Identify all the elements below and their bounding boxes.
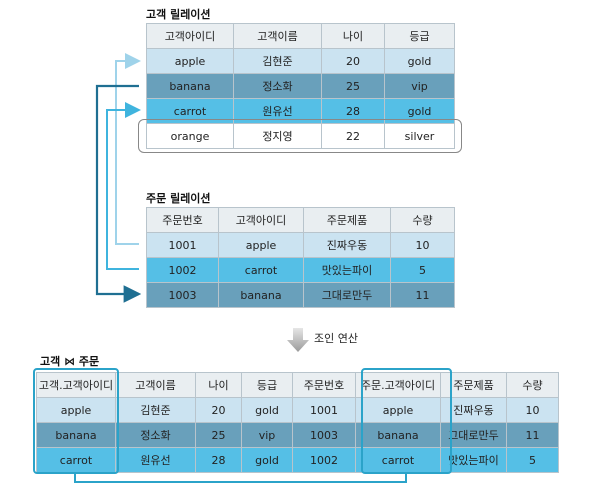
table-cell: gold — [241, 397, 293, 423]
table-cell: 5 — [506, 447, 559, 473]
order-customer-id-column-highlight — [361, 368, 452, 474]
table-cell: vip — [241, 422, 293, 448]
link-apple — [115, 53, 141, 245]
join-operation-label: 조인 연산 — [314, 332, 358, 345]
table-cell: 11 — [506, 422, 559, 448]
table-cell: 정소화 — [115, 422, 196, 448]
result-relation-title: 고객 ⋈ 주문 — [40, 355, 100, 368]
table-cell: 20 — [195, 397, 242, 423]
table-cell: 1003 — [292, 422, 356, 448]
header-cell: 주문번호 — [292, 372, 356, 398]
table-cell: gold — [241, 447, 293, 473]
header-cell: 등급 — [241, 372, 293, 398]
table-cell: 1002 — [292, 447, 356, 473]
customer-id-column-highlight — [33, 368, 119, 474]
table-cell: 1001 — [292, 397, 356, 423]
table-cell: 원유선 — [115, 447, 196, 473]
table-cell: 28 — [195, 447, 242, 473]
link-banana — [95, 84, 142, 303]
id-column-bracket — [74, 473, 407, 483]
table-cell: 25 — [195, 422, 242, 448]
table-cell: 10 — [506, 397, 559, 423]
header-cell: 고객이름 — [115, 372, 196, 398]
header-cell: 수량 — [506, 372, 559, 398]
link-carrot — [106, 102, 141, 270]
join-arrow-icon — [287, 328, 309, 352]
table-cell: 김현준 — [115, 397, 196, 423]
header-cell: 나이 — [195, 372, 242, 398]
